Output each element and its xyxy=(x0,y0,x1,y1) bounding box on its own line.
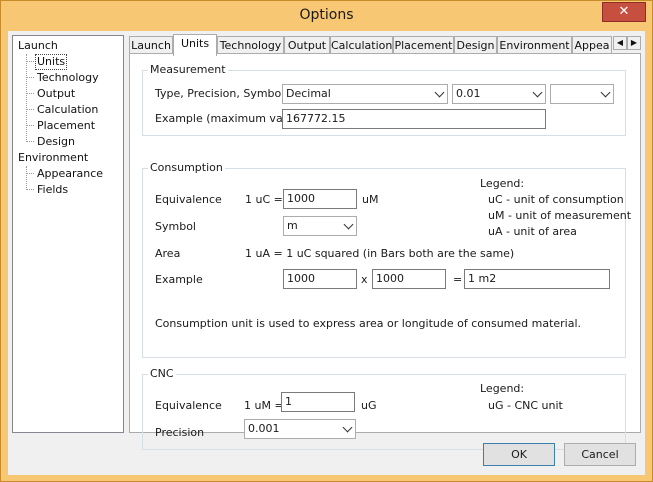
options-tree[interactable]: Launch Units Technology Output Calculati… xyxy=(12,35,124,433)
consumption-symbol-select[interactable]: m xyxy=(283,216,357,236)
consumption-legend-3: uA - unit of area xyxy=(488,225,577,238)
units-panel: Measurement Type, Precision, Symbol Deci… xyxy=(129,53,641,450)
consumption-legend-title: Legend: xyxy=(480,177,525,190)
tab-units[interactable]: Units xyxy=(173,34,217,56)
tree-item-environment[interactable]: Environment xyxy=(18,150,88,166)
chevron-down-icon xyxy=(532,87,543,98)
tree-item-appearance[interactable]: Appearance xyxy=(37,166,103,182)
options-window: Options ✕ Launch Units Technology Output… xyxy=(0,0,653,482)
example-max-field[interactable]: 167772.15 xyxy=(282,109,546,129)
chevron-down-icon xyxy=(434,87,445,98)
tree-line xyxy=(27,141,34,142)
tree-line xyxy=(27,189,34,190)
tree-line xyxy=(27,173,34,174)
cnc-legend-1: uG - CNC unit xyxy=(488,399,563,412)
title-bar[interactable]: Options ✕ xyxy=(1,1,652,31)
cnc-equiv-unit: uG xyxy=(361,399,377,412)
cnc-group: CNC Equivalence 1 uM = 1 uG Precision 0.… xyxy=(142,367,626,450)
tab-scroll-right-icon[interactable]: ▶ xyxy=(627,36,641,50)
consumption-equiv-prefix: 1 uC = xyxy=(245,193,283,206)
cnc-precision-label: Precision xyxy=(155,426,205,439)
tree-item-output[interactable]: Output xyxy=(37,86,75,102)
cnc-equivalence-field[interactable]: 1 xyxy=(281,392,355,412)
precision-select-value: 0.01 xyxy=(456,87,481,100)
example-a-field[interactable]: 1000 xyxy=(283,269,357,289)
type-precision-symbol-label: Type, Precision, Symbol xyxy=(155,87,285,100)
tree-item-fields[interactable]: Fields xyxy=(37,182,68,198)
tree-line xyxy=(27,61,34,62)
tree-line xyxy=(27,93,34,94)
example-b-field[interactable]: 1000 xyxy=(372,269,446,289)
chevron-down-icon xyxy=(342,422,353,433)
consumption-legend-1: uC - unit of consumption xyxy=(488,193,624,206)
tree-line xyxy=(27,125,34,126)
example-result-field[interactable]: 1 m2 xyxy=(464,269,610,289)
tree-item-design[interactable]: Design xyxy=(37,134,75,150)
times-sign: x xyxy=(361,273,368,286)
tree-item-calculation[interactable]: Calculation xyxy=(37,102,98,118)
consumption-symbol-label: Symbol xyxy=(155,220,196,233)
measurement-group-title: Measurement xyxy=(148,63,228,76)
tree-item-technology[interactable]: Technology xyxy=(37,70,99,86)
measurement-group: Measurement Type, Precision, Symbol Deci… xyxy=(142,63,626,136)
consumption-equivalence-label: Equivalence xyxy=(155,193,222,206)
consumption-equivalence-field[interactable]: 1000 xyxy=(283,189,357,209)
precision-select[interactable]: 0.01 xyxy=(452,84,546,104)
cnc-equivalence-label: Equivalence xyxy=(155,399,222,412)
consumption-note: Consumption unit is used to express area… xyxy=(155,317,582,330)
area-label: Area xyxy=(155,247,181,260)
tree-item-launch[interactable]: Launch xyxy=(18,38,58,54)
type-select[interactable]: Decimal xyxy=(282,84,448,104)
cnc-legend-title: Legend: xyxy=(480,382,525,395)
tree-line xyxy=(26,166,27,190)
tree-line xyxy=(27,77,34,78)
cnc-precision-select[interactable]: 0.001 xyxy=(244,419,356,439)
consumption-group: Consumption Equivalence 1 uC = 1000 uM S… xyxy=(142,161,631,358)
chevron-down-icon xyxy=(343,219,354,230)
area-text: 1 uA = 1 uC squared (in Bars both are th… xyxy=(245,247,515,260)
tree-line xyxy=(27,109,34,110)
window-title: Options xyxy=(299,7,354,23)
equals-sign: = xyxy=(453,273,463,286)
consumption-equiv-unit: uM xyxy=(362,193,379,206)
tab-scroll-left-icon[interactable]: ◀ xyxy=(613,36,627,50)
consumption-legend-2: uM - unit of measurement xyxy=(488,209,632,222)
tab-strip: Launch Units Technology Output Calculati… xyxy=(129,34,641,56)
type-select-value: Decimal xyxy=(286,87,331,100)
close-button[interactable]: ✕ xyxy=(602,2,646,22)
cancel-button[interactable]: Cancel xyxy=(564,443,636,466)
ok-button[interactable]: OK xyxy=(483,443,555,466)
cnc-equiv-prefix: 1 uM = xyxy=(244,399,284,412)
consumption-example-label: Example xyxy=(155,273,203,286)
cnc-precision-value: 0.001 xyxy=(248,422,280,435)
tree-item-units[interactable]: Units xyxy=(35,54,68,70)
consumption-symbol-value: m xyxy=(287,219,298,232)
dialog-client: Launch Units Technology Output Calculati… xyxy=(8,31,645,475)
cnc-group-title: CNC xyxy=(148,367,176,380)
consumption-group-title: Consumption xyxy=(148,161,225,174)
tree-item-placement[interactable]: Placement xyxy=(37,118,95,134)
chevron-down-icon xyxy=(600,87,611,98)
symbol-select[interactable] xyxy=(550,84,614,104)
tree-line xyxy=(26,54,27,142)
